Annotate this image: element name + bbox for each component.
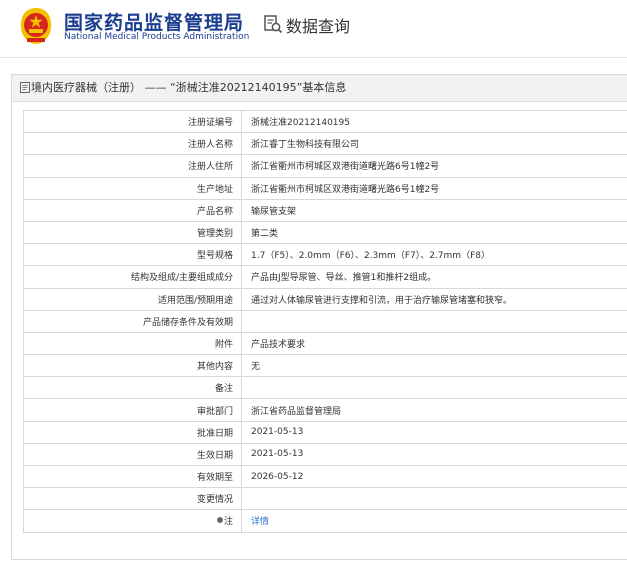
row-value <box>241 487 627 511</box>
note-label: 注 <box>223 517 233 528</box>
table-row: 适用范围/预期用途 通过对人体输尿管进行支撑和引流，用于治疗输尿管堵塞和狭窄。 <box>23 287 627 311</box>
table-row: 管理类别 第二类 <box>23 220 627 245</box>
table-row: 其他内容无 <box>23 354 627 378</box>
info-dot-icon <box>216 517 223 524</box>
data-query-title: 数据查询 <box>286 17 351 36</box>
site-header: 国家药品监督管理局 National Medical Products Admi… <box>0 0 627 56</box>
table-row-note: 注 详情 <box>23 509 627 533</box>
row-label: 生效日期 <box>23 442 242 467</box>
row-value <box>241 376 627 400</box>
row-label: 适用范围/预期用途 <box>23 287 242 311</box>
row-label: 管理类别 <box>23 220 242 245</box>
row-label: 备注 <box>23 376 242 400</box>
header-divider <box>0 57 627 58</box>
row-value: 2026-05-12 <box>241 464 627 489</box>
row-label: 结构及组成/主要组成成分 <box>23 265 242 289</box>
row-label: 有效期至 <box>23 464 242 489</box>
row-label: 审批部门 <box>23 398 242 422</box>
row-value: 2021-05-13 <box>241 420 627 444</box>
table-row: 注册证编号 浙械注准20212140195 <box>23 109 627 134</box>
org-name-en: National Medical Products Administration <box>64 32 250 42</box>
row-value: 浙械注准20212140195 <box>241 109 627 134</box>
document-search-icon <box>264 15 283 34</box>
table-row: 备注 <box>23 376 627 400</box>
org-name-cn: 国家药品监督管理局 <box>64 12 245 34</box>
detail-link[interactable]: 详情 <box>251 517 269 527</box>
info-panel: 境内医疗器械（注册） —— “浙械注准20212140195”基本信息 注册证编… <box>11 74 627 560</box>
row-value: 浙江省衢州市柯城区双港街道曙光路6号1幢2号 <box>241 176 627 200</box>
row-label: 产品储存条件及有效期 <box>23 309 242 333</box>
row-value: 产品由J型导尿管、导丝、推管1和推杆2组成。 <box>241 265 627 289</box>
row-value: 输尿管支架 <box>241 198 627 222</box>
table-row: 变更情况 <box>23 487 627 511</box>
table-row: 产品名称 输尿管支架 <box>23 198 627 222</box>
row-value: 通过对人体输尿管进行支撑和引流，用于治疗输尿管堵塞和狭窄。 <box>241 287 627 311</box>
device-info-table: 注册证编号 浙械注准20212140195 注册人名称 浙江睿丁生物科技有限公司 注册人… <box>23 109 627 533</box>
panel-title-text: 境内医疗器械（注册） —— “浙械注准20212140195”基本信息 <box>31 81 347 94</box>
row-label: 其他内容 <box>23 354 242 378</box>
row-label: 注册人住所 <box>23 154 242 178</box>
panel-title: 境内医疗器械（注册） —— “浙械注准20212140195”基本信息 <box>12 75 627 102</box>
row-value: 浙江省衢州市柯城区双港街道曙光路6号1幢2号 <box>241 154 627 178</box>
row-value: 浙江睿丁生物科技有限公司 <box>241 132 627 156</box>
row-value: 浙江省药品监督管理局 <box>241 398 627 422</box>
document-icon <box>20 82 30 93</box>
row-label: 生产地址 <box>23 176 242 200</box>
row-label: 注 <box>23 509 242 533</box>
national-emblem-icon <box>20 8 52 44</box>
table-row: 结构及组成/主要组成成分 产品由J型导尿管、导丝、推管1和推杆2组成。 <box>23 265 627 289</box>
table-row: 注册人住所 浙江省衢州市柯城区双港街道曙光路6号1幢2号 <box>23 154 627 178</box>
row-value: 1.7（F5）、2.0mm（F6）、2.3mm（F7）、2.7mm（F8） <box>241 243 627 267</box>
table-row: 附件 产品技术要求 <box>23 331 627 356</box>
row-value: 产品技术要求 <box>241 331 627 356</box>
row-label: 注册人名称 <box>23 132 242 156</box>
table-row: 产品储存条件及有效期 <box>23 309 627 333</box>
row-value: 2021-05-13 <box>241 442 627 467</box>
row-value: 第二类 <box>241 220 627 245</box>
table-row: 批准日期 2021-05-13 <box>23 420 627 444</box>
row-value: 无 <box>241 354 627 378</box>
row-label: 产品名称 <box>23 198 242 222</box>
table-row: 型号规格 1.7（F5）、2.0mm（F6）、2.3mm（F7）、2.7mm（F8… <box>23 243 627 267</box>
table-row: 有效期至 2026-05-12 <box>23 464 627 489</box>
row-value: 详情 <box>241 509 627 533</box>
row-label: 附件 <box>23 331 242 356</box>
table-row: 生效日期 2021-05-13 <box>23 442 627 467</box>
row-label: 注册证编号 <box>23 109 242 134</box>
table-row: 生产地址 浙江省衢州市柯城区双港街道曙光路6号1幢2号 <box>23 176 627 200</box>
row-label: 批准日期 <box>23 420 242 444</box>
row-label: 变更情况 <box>23 487 242 511</box>
table-row: 注册人名称 浙江睿丁生物科技有限公司 <box>23 132 627 156</box>
table-row: 审批部门 浙江省药品监督管理局 <box>23 398 627 422</box>
row-label: 型号规格 <box>23 243 242 267</box>
row-value <box>241 309 627 333</box>
